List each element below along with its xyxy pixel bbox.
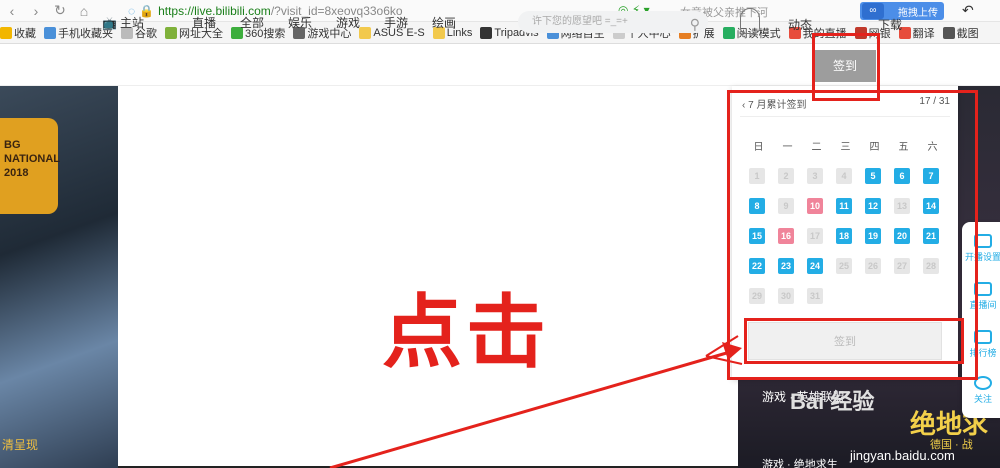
room-title-2[interactable]: 游戏 · 绝地求生 [762,456,838,468]
nav-drawing[interactable]: 绘画 [432,14,456,31]
bookmark-icon [722,26,735,39]
bookmark-icon [942,26,955,39]
back-icon[interactable]: ‹ [0,3,24,19]
bookmark-icon [480,26,493,39]
upload-label: 拖拽上传 [898,7,938,19]
forward-icon[interactable]: › [24,3,48,19]
tab-download[interactable]: 下载 [878,16,902,33]
nav-games[interactable]: 游戏 [336,14,360,31]
bookmark-icon [44,26,56,39]
event-badge: BG NATIONAL 2018 [0,118,60,214]
annotation-click-label: 点击 [382,288,550,377]
bookmark-icon [0,26,12,39]
nav-mobile-games[interactable]: 手游 [384,14,408,31]
reload-icon[interactable]: ↻ [48,2,72,19]
bookmark-item[interactable]: 翻译 [898,25,935,41]
annotation-box-button [744,318,964,364]
search-icon[interactable]: ⚲ [690,13,700,35]
tv-icon: 📺 [102,16,117,30]
bookmark-item[interactable]: 收藏 [0,25,36,41]
undo-icon[interactable]: ↶ [962,2,974,19]
tool-follow[interactable]: 关注 [964,376,1000,405]
nav-live[interactable]: 直播 [192,14,216,31]
home-icon[interactable]: ⌂ [72,3,96,19]
search-placeholder: 许下您的愿望吧 =_=+ [532,16,628,27]
bookmark-item[interactable]: 截图 [942,25,979,41]
bookmark-label: 翻译 [912,27,935,40]
nav-main-site[interactable]: 📺 主站 [102,14,168,31]
site-nav: 📺 主站 直播 全部 娱乐 游戏 手游 绘画 [102,14,480,31]
nav-all[interactable]: 全部 [240,14,264,31]
bookmark-label: 截图 [956,27,979,40]
nav-entertainment[interactable]: 娱乐 [288,14,312,31]
banner-left-caption: 清呈现 [2,438,39,452]
avatar[interactable] [740,8,760,34]
site-search-input[interactable]: 许下您的愿望吧 =_=+ ⚲ [518,11,708,33]
baidu-watermark: Bai 经验 [790,389,875,414]
baidu-watermark-url: jingyan.baidu.com [850,448,955,463]
tab-dynamic[interactable]: 动态 [788,16,812,33]
bookmark-label: 收藏 [14,27,36,40]
